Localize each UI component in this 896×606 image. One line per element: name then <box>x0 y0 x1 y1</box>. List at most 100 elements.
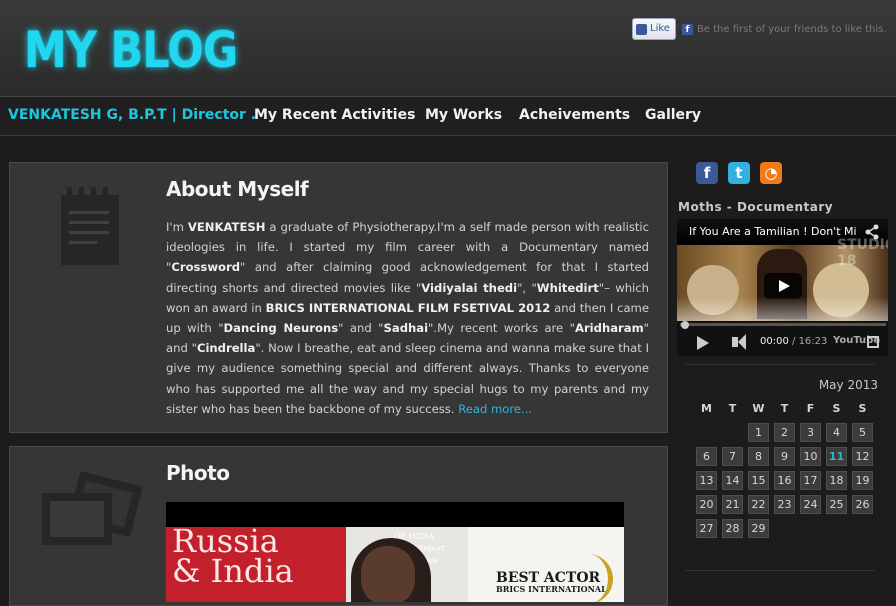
calendar-day[interactable]: 25 <box>826 495 847 514</box>
calendar-day[interactable]: 22 <box>748 495 769 514</box>
video-watermark: STUDIO 18 <box>837 237 888 269</box>
calendar-day[interactable]: 4 <box>826 423 847 442</box>
photo-person-face <box>361 546 415 602</box>
calendar-week-row: 13 14 15 16 17 18 19 <box>696 471 878 490</box>
calendar-day[interactable]: 1 <box>748 423 769 442</box>
calendar-empty-cell <box>722 423 743 442</box>
calendar-empty-cell <box>852 519 873 538</box>
photo-panel: Photo Russia & India OF INDIA India Repo… <box>9 446 668 606</box>
calendar-day[interactable]: 12 <box>852 447 873 466</box>
about-highlight: VENKATESH <box>187 220 266 234</box>
nav-item-recent-activities[interactable]: My Recent Activities <box>254 107 415 123</box>
calendar-day[interactable]: 7 <box>722 447 743 466</box>
like-button-label: Like <box>650 23 670 34</box>
calendar-empty-cell <box>800 519 821 538</box>
facebook-small-icon: f <box>681 23 693 35</box>
video-heading: Moths - Documentary <box>678 200 834 214</box>
about-text: I'm VENKATESH a graduate of Physiotherap… <box>166 217 649 419</box>
calendar-day[interactable]: 5 <box>852 423 873 442</box>
rss-icon[interactable]: ◔ <box>760 162 782 184</box>
calendar-day[interactable]: 27 <box>696 519 717 538</box>
site-header: MY BLOG Like f Be the first of your frie… <box>0 0 896 96</box>
nav-brand[interactable]: VENKATESH G, B.P.T | Director . <box>8 107 256 123</box>
nav-item-gallery[interactable]: Gallery <box>645 107 701 123</box>
about-highlight: Sadhai <box>383 321 429 336</box>
calendar-day[interactable]: 11 <box>826 447 847 466</box>
calendar-grid: 1 2 3 4 5 6 7 8 9 10 11 12 13 14 15 16 17 18 19 20 21 22 23 24 2… <box>696 423 878 538</box>
about-text-segment: " and " <box>338 321 384 336</box>
youtube-video-player[interactable]: If You Are a Tamilian ! Don't Mi STUDIO … <box>677 219 888 356</box>
video-title[interactable]: If You Are a Tamilian ! Don't Mi <box>689 225 857 238</box>
video-time: 00:00 / 16:23 <box>760 336 827 347</box>
calendar-day-headers: M T W T F S S <box>696 402 878 415</box>
calendar-day[interactable]: 17 <box>800 471 821 490</box>
calendar-day[interactable]: 6 <box>696 447 717 466</box>
photo-title: Photo <box>166 461 230 485</box>
calendar-week-row: 27 28 29 <box>696 519 878 538</box>
play-overlay-button[interactable] <box>764 273 802 299</box>
calendar-day[interactable]: 3 <box>800 423 821 442</box>
calendar-day[interactable]: 13 <box>696 471 717 490</box>
calendar-day[interactable]: 23 <box>774 495 795 514</box>
video-fade <box>677 297 888 321</box>
calendar-day[interactable]: 16 <box>774 471 795 490</box>
about-highlight: Whitedirt <box>536 280 599 295</box>
volume-cone <box>738 334 746 350</box>
day-header: M <box>701 402 712 415</box>
day-header: T <box>780 402 789 415</box>
video-scrubber[interactable] <box>681 321 689 329</box>
calendar-day[interactable]: 21 <box>722 495 743 514</box>
time-current: 00:00 <box>760 336 789 347</box>
sidebar-divider <box>685 364 875 365</box>
about-highlight: BRICS INTERNATIONAL FILM FSETIVAL 2012 <box>265 300 551 315</box>
calendar-day[interactable]: 2 <box>774 423 795 442</box>
calendar-day[interactable]: 29 <box>748 519 769 538</box>
day-header: S <box>832 402 841 415</box>
calendar-day[interactable]: 15 <box>748 471 769 490</box>
calendar-day[interactable]: 18 <box>826 471 847 490</box>
calendar-empty-cell <box>696 423 717 442</box>
video-thumbnail: STUDIO 18 <box>677 237 888 321</box>
day-header: F <box>806 402 815 415</box>
calendar-day[interactable]: 24 <box>800 495 821 514</box>
fullscreen-icon[interactable] <box>867 336 879 348</box>
about-highlight: Vidiyalai thedi <box>421 280 518 295</box>
calendar-day[interactable]: 26 <box>852 495 873 514</box>
calendar-day[interactable]: 9 <box>774 447 795 466</box>
like-button[interactable]: Like <box>632 18 676 40</box>
about-text-segment: ", " <box>517 280 537 295</box>
photo-frames-icon <box>42 471 142 545</box>
about-highlight: Aridharam <box>574 321 644 336</box>
video-progress-bar[interactable] <box>680 323 886 326</box>
day-header: S <box>858 402 867 415</box>
about-title: About Myself <box>166 177 309 201</box>
about-text-segment: I'm <box>166 220 188 234</box>
about-highlight: Cindrella <box>196 341 256 356</box>
calendar-day[interactable]: 28 <box>722 519 743 538</box>
play-triangle-icon <box>779 280 790 292</box>
nav-item-achievements[interactable]: Acheivements <box>519 107 630 123</box>
calendar-day[interactable]: 19 <box>852 471 873 490</box>
main-nav: VENKATESH G, B.P.T | Director . My Recen… <box>0 96 896 136</box>
calendar-week-row: 6 7 8 9 10 11 12 <box>696 447 878 466</box>
facebook-icon[interactable]: f <box>696 162 718 184</box>
day-header: W <box>752 402 765 415</box>
photo-image[interactable]: Russia & India OF INDIA India Report 000… <box>166 502 624 602</box>
like-social-text: Be the first of your friends to like thi… <box>696 23 887 35</box>
calendar-day[interactable]: 20 <box>696 495 717 514</box>
calendar-widget: May 2013 M T W T F S S 1 2 3 4 5 6 7 8 9 10 11 12 13… <box>696 378 878 543</box>
calendar-day[interactable]: 14 <box>722 471 743 490</box>
read-more-link[interactable]: Read more... <box>458 402 532 416</box>
about-text-segment: ".My recent works are " <box>428 321 575 336</box>
facebook-like-box: Like f Be the first of your friends to l… <box>632 18 887 40</box>
nav-item-my-works[interactable]: My Works <box>425 107 502 123</box>
twitter-icon[interactable]: t <box>728 162 750 184</box>
calendar-day[interactable]: 10 <box>800 447 821 466</box>
about-panel: About Myself I'm VENKATESH a graduate of… <box>9 162 668 433</box>
thumbs-up-icon <box>636 23 647 35</box>
calendar-empty-cell <box>826 519 847 538</box>
calendar-week-row: 20 21 22 23 24 25 26 <box>696 495 878 514</box>
site-logo[interactable]: MY BLOG <box>24 18 238 82</box>
play-icon[interactable] <box>697 336 709 350</box>
calendar-day[interactable]: 8 <box>748 447 769 466</box>
